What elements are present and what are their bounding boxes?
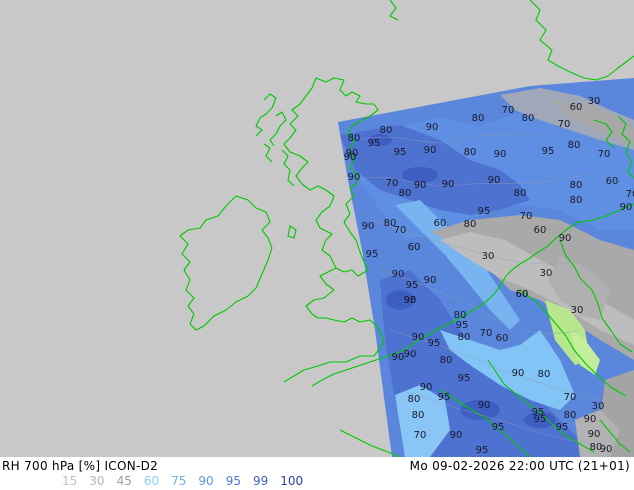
- legend-item-100: 100: [280, 474, 304, 488]
- legend-item-90: 90: [198, 474, 214, 488]
- contour-label: 70: [480, 328, 493, 339]
- contour-label: 70: [626, 189, 634, 200]
- contour-label: 60: [408, 242, 421, 253]
- contour-label: 90: [620, 202, 633, 213]
- contour-label: 90: [424, 275, 437, 286]
- contour-label: 80: [412, 410, 425, 421]
- contour-label: 70: [394, 225, 407, 236]
- weather-map: 8095908070807030608090 95 90 80 90 9580709070…: [0, 0, 634, 457]
- contour-label: 95: [456, 320, 469, 331]
- contour-label: 95: [406, 280, 419, 291]
- contour-label: 95: [438, 392, 451, 403]
- contour-label: 60: [496, 333, 509, 344]
- map-title: RH 700 hPa [%] ICON-D2: [2, 459, 159, 473]
- contour-label: 80: [408, 394, 421, 405]
- contour-label: 95: [492, 422, 505, 433]
- contour-label: 90: [362, 221, 375, 232]
- contour-label: 95: [476, 445, 489, 456]
- contour-label: 80: [538, 369, 551, 380]
- contour-label: 90: [588, 429, 601, 440]
- valid-time: Mo 09-02-2026 22:00 UTC (21+01): [409, 459, 630, 473]
- contour-label: 95: [556, 422, 569, 433]
- contour-label: 80: [564, 410, 577, 421]
- contour-label: 95: [404, 295, 417, 306]
- contour-label: 30: [540, 268, 553, 279]
- contour-label: 90: [494, 149, 507, 160]
- contour-label: 90: [426, 122, 439, 133]
- contour-label: 80: [522, 113, 535, 124]
- contour-label: 90: [559, 233, 572, 244]
- contour-label: 60: [606, 176, 619, 187]
- contour-label: 70: [414, 430, 427, 441]
- contour-label: 80: [399, 188, 412, 199]
- contour-label: 90: [344, 152, 357, 163]
- contour-label: 70: [520, 211, 533, 222]
- contour-label: 90: [392, 269, 405, 280]
- contour-label: 70: [598, 149, 611, 160]
- contour-label: 95: [428, 338, 441, 349]
- contour-label: 30: [571, 305, 584, 316]
- legend-item-75: 75: [171, 474, 187, 488]
- contour-label: 90: [584, 414, 597, 425]
- legend-item-95: 95: [225, 474, 241, 488]
- legend-item-99: 99: [252, 474, 269, 488]
- contour-label: 80: [380, 125, 393, 136]
- contour-label: 70: [558, 119, 571, 130]
- contour-label: 90: [412, 332, 425, 343]
- contour-label: 60: [570, 102, 583, 113]
- color-legend: 15 30 45 60 75 90 95 99 100: [62, 474, 315, 488]
- contour-label: 70: [386, 178, 399, 189]
- contour-label: 80: [458, 332, 471, 343]
- contour-label: 90: [392, 352, 405, 363]
- contour-label: 90: [488, 175, 501, 186]
- contour-label: 95: [542, 146, 555, 157]
- contour-label: 80: [464, 147, 477, 158]
- contour-label: 30: [592, 401, 605, 412]
- contour-label: 90: [420, 382, 433, 393]
- contour-label: 90: [478, 400, 491, 411]
- contour-label: 80: [568, 140, 581, 151]
- contour-label: 95: [368, 138, 381, 149]
- legend-item-60: 60: [143, 474, 160, 488]
- contour-label: 95: [394, 147, 407, 158]
- legend-item-30: 30: [89, 474, 105, 488]
- contour-label: 90: [442, 179, 455, 190]
- contour-label: 95: [458, 373, 471, 384]
- contour-label: 80: [570, 180, 583, 191]
- contour-label: 70: [564, 392, 577, 403]
- legend-item-15: 15: [62, 474, 78, 488]
- contour-label: 80: [440, 355, 453, 366]
- contour-label: 30: [482, 251, 495, 262]
- contour-label: 95: [478, 206, 491, 217]
- contour-label: 90: [348, 172, 361, 183]
- contour-label: 90: [600, 444, 613, 455]
- contour-label: 90: [414, 180, 427, 191]
- contour-label: 95: [366, 249, 379, 260]
- contour-label: 30: [588, 96, 601, 107]
- contour-label: 70: [502, 105, 515, 116]
- contour-label: 60: [434, 218, 447, 229]
- contour-label: 80: [514, 188, 527, 199]
- contour-label: 90: [450, 430, 463, 441]
- contour-label: 80: [348, 133, 361, 144]
- contour-label: 80: [472, 113, 485, 124]
- contour-label: 90: [404, 349, 417, 360]
- contour-label: 60: [534, 225, 547, 236]
- contour-label: 60: [516, 289, 529, 300]
- legend-item-45: 45: [116, 474, 132, 488]
- contour-label: 95: [534, 414, 547, 425]
- contour-label: 90: [424, 145, 437, 156]
- contour-label: 90: [512, 368, 525, 379]
- contour-label: 80: [464, 219, 477, 230]
- contour-label: 80: [570, 195, 583, 206]
